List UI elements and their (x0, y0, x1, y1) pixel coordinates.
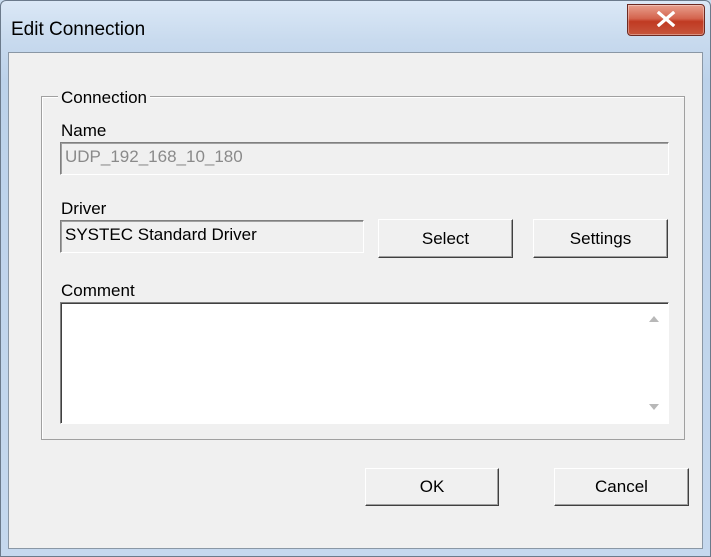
window-title: Edit Connection (11, 19, 146, 40)
comment-scrollbar[interactable] (643, 306, 665, 420)
connection-group-legend: Connection (58, 88, 151, 108)
select-driver-button[interactable]: Select (378, 219, 513, 258)
close-icon (656, 11, 676, 27)
scroll-up-icon[interactable] (649, 316, 659, 322)
name-label: Name (61, 121, 107, 140)
ok-button[interactable]: OK (365, 468, 499, 506)
comment-label: Comment (61, 281, 135, 300)
driver-field[interactable]: SYSTEC Standard Driver (60, 220, 364, 253)
name-field[interactable]: UDP_192_168_10_180 (60, 142, 669, 175)
cancel-button[interactable]: Cancel (554, 468, 689, 506)
dialog-client-area: Connection Name UDP_192_168_10_180 Drive… (8, 52, 703, 549)
comment-textarea[interactable] (60, 302, 669, 424)
title-bar[interactable]: Edit Connection (1, 1, 710, 41)
close-button[interactable] (627, 4, 705, 36)
driver-label: Driver (61, 199, 107, 218)
driver-settings-button[interactable]: Settings (533, 219, 668, 258)
scroll-down-icon[interactable] (649, 404, 659, 410)
